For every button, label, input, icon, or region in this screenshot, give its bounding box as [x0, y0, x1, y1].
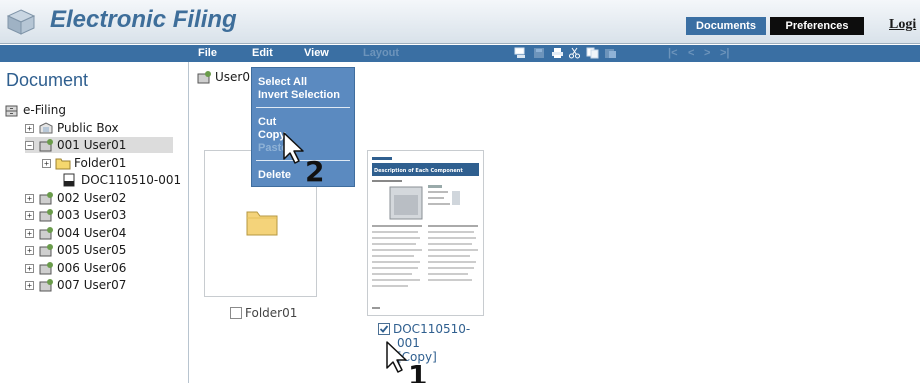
sidebar-item-label: Public Box	[57, 121, 119, 135]
expand-icon[interactable]: +	[25, 280, 34, 290]
sidebar-item-folder01[interactable]: + Folder01	[42, 155, 126, 171]
user-box-icon	[39, 262, 53, 275]
sidebar-item-user06[interactable]: + 006 User06	[25, 260, 126, 276]
document-checkbox[interactable]	[378, 323, 390, 335]
folder-item[interactable]: Folder01	[230, 306, 297, 320]
step-number-1: 1	[408, 359, 428, 383]
expand-icon[interactable]: +	[25, 193, 34, 203]
public-box-icon	[39, 122, 53, 134]
cabinet-icon	[5, 105, 18, 117]
sidebar-item-doc[interactable]: DOC110510-001	[62, 172, 181, 188]
nav-prev[interactable]: <	[688, 46, 694, 61]
expand-icon[interactable]: +	[25, 245, 34, 255]
app-title: Electronic Filing	[50, 6, 237, 33]
user-box-icon	[39, 227, 53, 240]
menu-item-cut[interactable]: Cut	[258, 116, 276, 128]
breadcrumb-label: User0	[215, 70, 250, 84]
menu-item-delete[interactable]: Delete	[258, 169, 291, 181]
breadcrumb: User0	[196, 70, 250, 84]
login-link[interactable]: Logi	[889, 17, 916, 33]
sidebar-item-label: 004 User04	[57, 226, 127, 240]
thumbnail-title: Description of Each Component	[374, 168, 463, 174]
document-icon	[63, 173, 75, 187]
sidebar-item-public-box[interactable]: + Public Box	[25, 120, 119, 136]
folder-label: Folder01	[245, 306, 298, 320]
folder-checkbox[interactable]	[230, 307, 242, 319]
cursor-arrow-icon	[283, 132, 304, 164]
menu-layout[interactable]: Layout	[363, 46, 399, 61]
nav-first[interactable]: |<	[668, 46, 678, 61]
tab-preferences[interactable]: Preferences	[770, 17, 864, 35]
expand-icon[interactable]: +	[25, 228, 34, 238]
checkmark-icon	[379, 325, 389, 333]
sidebar-item-user03[interactable]: + 003 User03	[25, 207, 126, 223]
sidebar-item-label: 002 User02	[57, 191, 127, 205]
expand-icon[interactable]: +	[25, 123, 34, 133]
print-icon[interactable]	[551, 47, 564, 59]
cursor-arrow-icon	[386, 341, 407, 373]
folder-icon	[55, 158, 71, 170]
document-page-preview: Description of Each Component	[368, 151, 483, 315]
expand-icon[interactable]: +	[25, 210, 34, 220]
sidebar-item-label: 006 User06	[57, 261, 127, 275]
print-preview-icon[interactable]	[514, 47, 527, 59]
menu-item-select-all[interactable]: Select All	[258, 76, 307, 88]
tree-root[interactable]: e-Filing	[4, 102, 66, 118]
sidebar-toolbar-strip	[0, 45, 190, 62]
sidebar-item-label: DOC110510-001	[81, 173, 182, 187]
sidebar-item-user07[interactable]: + 007 User07	[25, 277, 126, 293]
sidebar-item-user05[interactable]: + 005 User05	[25, 242, 126, 258]
user-box-icon	[39, 139, 53, 152]
sidebar-item-label: 001 User01	[57, 138, 127, 152]
collapse-icon[interactable]: −	[25, 140, 34, 150]
sidebar-item-label: 005 User05	[57, 243, 127, 257]
menu-file[interactable]: File	[198, 46, 217, 61]
user-box-icon	[39, 192, 53, 205]
expand-icon[interactable]: +	[42, 158, 51, 168]
nav-next[interactable]: >	[704, 46, 710, 61]
expand-icon[interactable]: +	[25, 263, 34, 273]
menu-item-invert-selection[interactable]: Invert Selection	[258, 89, 340, 101]
copy-icon[interactable]	[586, 47, 599, 59]
menu-view[interactable]: View	[304, 46, 329, 61]
edit-menu-dropdown: Select All Invert Selection Cut Copy Pas…	[251, 67, 355, 187]
document-thumbnail[interactable]: Description of Each Component	[367, 150, 484, 316]
sidebar-item-user02[interactable]: + 002 User02	[25, 190, 126, 206]
cube-icon	[6, 9, 36, 35]
cut-icon[interactable]	[568, 47, 581, 59]
document-label-line1: DOC110510-	[393, 322, 471, 336]
sidebar-heading: Document	[6, 70, 89, 90]
sidebar-item-label: Folder01	[74, 156, 127, 170]
step-number-2: 2	[305, 155, 325, 188]
user-box-icon	[39, 244, 53, 257]
app-header: Electronic Filing Documents Preferences …	[0, 0, 920, 44]
user-box-icon	[39, 279, 53, 292]
folder-icon	[246, 211, 278, 236]
sidebar-item-user01[interactable]: − 001 User01	[25, 137, 173, 153]
tree-root-label: e-Filing	[23, 103, 66, 117]
sidebar: Document e-Filing + Public Box − 001 Use…	[0, 62, 189, 383]
paste-icon[interactable]	[604, 47, 617, 59]
save-icon[interactable]	[533, 47, 546, 59]
sidebar-item-label: 003 User03	[57, 208, 127, 222]
user-box-icon	[197, 71, 211, 84]
user-box-icon	[39, 209, 53, 222]
sidebar-item-label: 007 User07	[57, 278, 127, 292]
toolbar: File Edit View Layout |< < > >|	[190, 45, 920, 62]
nav-last[interactable]: >|	[720, 46, 730, 61]
menu-edit[interactable]: Edit	[252, 46, 273, 61]
menu-separator	[256, 107, 350, 108]
sidebar-item-user04[interactable]: + 004 User04	[25, 225, 126, 241]
tab-documents[interactable]: Documents	[686, 17, 766, 35]
